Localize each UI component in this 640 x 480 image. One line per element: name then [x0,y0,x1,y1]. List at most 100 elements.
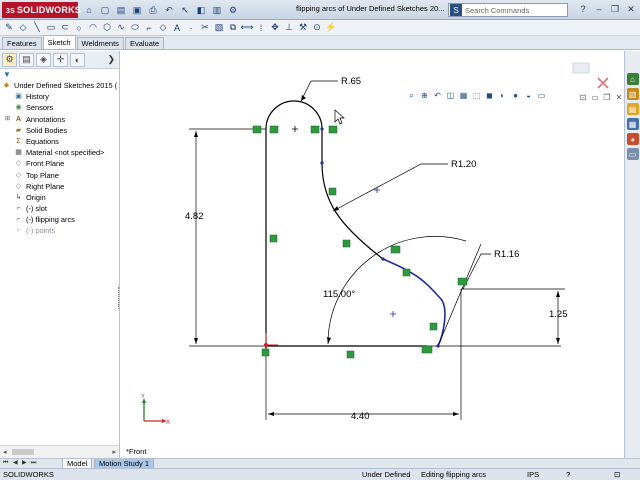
search-input[interactable]: Search Commands [465,6,529,15]
top-arc[interactable] [265,100,323,130]
tree-item-annotations[interactable]: ⊞ A Annotations [0,114,119,125]
dim-top-radius[interactable]: R.65 [341,76,361,87]
sketch-point[interactable] [436,344,440,348]
print-icon[interactable]: ⎙ [146,3,160,17]
file-properties-icon[interactable]: ▥ [210,3,224,17]
viewport-close-icon[interactable]: ✕ [614,92,624,102]
display-style-icon[interactable]: ◼ [484,90,495,101]
circle-icon[interactable]: ○ [73,22,85,34]
point-icon[interactable]: · [185,22,197,34]
design-library-icon[interactable]: ▥ [626,88,639,100]
sketch-icon[interactable]: ✎ [3,22,15,34]
polygon-icon[interactable]: ⬡ [101,22,113,34]
dim-vertical-right[interactable]: 1.25 [549,309,568,320]
relation-badge[interactable] [346,350,355,359]
relation-badge[interactable] [429,322,438,331]
selected-right-arc[interactable] [382,258,446,347]
tree-item-right-plane[interactable]: ◇ Right Plane [0,181,119,192]
display-relations-icon[interactable]: ⊥ [283,22,295,34]
tab-prev-icon[interactable]: ◀ [13,459,18,468]
tree-item-origin[interactable]: ↳ Origin [0,192,119,203]
relation-badge[interactable] [421,345,433,354]
smart-dimension-icon[interactable]: ◇ [17,22,29,34]
tree-item-sensors[interactable]: ◉ Sensors [0,102,119,113]
apply-scene-icon[interactable]: ◒ [523,90,534,101]
hide-show-items-icon[interactable]: ◐ [497,90,508,101]
arc-icon[interactable]: ◠ [87,22,99,34]
tab-first-icon[interactable]: ⏮ [3,459,8,468]
scroll-thumb[interactable] [12,449,34,455]
viewport-split-icon[interactable]: ⊡ [578,92,588,102]
feature-manager-tab-icon[interactable]: ⚙ [2,52,17,67]
ellipse-icon[interactable]: ⬭ [129,22,141,34]
plane-icon[interactable]: ◇ [157,22,169,34]
solidworks-resources-icon[interactable]: ⌂ [626,73,639,85]
tab-features[interactable]: Features [2,37,42,49]
convert-entities-icon[interactable]: ▧ [213,22,225,34]
open-folder-icon[interactable]: ▤ [114,3,128,17]
dim-width[interactable]: 4.40 [351,411,370,422]
tab-weldments[interactable]: Weldments [76,37,124,49]
tree-item-history[interactable]: ▣ History [0,91,119,102]
tab-evaluate[interactable]: Evaluate [124,37,165,49]
section-view-icon[interactable]: ◫ [445,90,456,101]
tree-item-front-plane[interactable]: ◇ Front Plane [0,158,119,169]
zoom-to-area-icon[interactable]: ⊕ [419,90,430,101]
move-entities-icon[interactable]: ✥ [269,22,281,34]
offset-icon[interactable]: ⧉ [227,22,239,34]
dim-height[interactable]: 4.82 [185,211,204,222]
tab-next-icon[interactable]: ▶ [22,459,27,468]
options-icon[interactable]: ⚙ [226,3,240,17]
tree-item-flipping-arcs[interactable]: ⌐ (-) flipping arcs [0,214,119,225]
solidworks-logo[interactable]: 3S SOLIDWORKS [2,2,81,18]
view-palette-icon[interactable]: ▦ [626,118,639,130]
save-icon[interactable]: ▣ [130,3,144,17]
relation-badge[interactable] [252,125,262,134]
panel-horizontal-scrollbar[interactable]: ◂ ▸ [0,445,119,458]
relation-badge[interactable] [261,348,270,357]
previous-view-icon[interactable]: ↶ [432,90,443,101]
zoom-to-fit-icon[interactable]: ⌕ [406,90,417,101]
filter-icon[interactable]: ▼ [0,69,119,80]
tree-item-solid-bodies[interactable]: ▰ Solid Bodies [0,125,119,136]
file-explorer-icon[interactable]: ▤ [626,103,639,115]
status-expand-icon[interactable]: ⊡ [614,469,620,480]
fillet-icon[interactable]: ⌐ [143,22,155,34]
tree-item-points[interactable]: ⌐ (-) points [0,225,119,236]
status-units[interactable]: IPS [527,469,539,480]
search-commands[interactable]: S Search Commands [448,3,568,17]
rectangle-icon[interactable]: ▭ [45,22,57,34]
select-icon[interactable]: ↖ [178,3,192,17]
exit-sketch-icon[interactable] [572,62,590,74]
dimxpert-tab-icon[interactable]: ✛ [53,52,68,67]
relation-badge[interactable] [342,239,351,248]
tree-item-equations[interactable]: Σ Equations [0,136,119,147]
mirror-icon[interactable]: ⟺ [241,22,254,34]
tab-sketch[interactable]: Sketch [42,35,76,49]
sketch-point[interactable] [320,161,324,165]
dim-right-radius[interactable]: R1.16 [494,249,519,260]
configuration-manager-tab-icon[interactable]: ◈ [36,52,51,67]
relation-badge[interactable] [402,268,411,277]
relation-badge[interactable] [390,245,401,254]
appearances-icon[interactable]: ◕ [626,133,639,145]
display-manager-tab-icon[interactable]: ◐ [70,52,85,67]
view-settings-icon[interactable]: ▭ [536,90,547,101]
viewport-minimize-icon[interactable]: ▭ [590,92,600,102]
slot-icon[interactable]: ⊂ [59,22,71,34]
rapid-sketch-icon[interactable]: ⚡ [325,22,337,34]
repair-sketch-icon[interactable]: ⚒ [297,22,309,34]
linear-pattern-icon[interactable]: ⁞ [255,22,267,34]
rebuild-icon[interactable]: ◧ [194,3,208,17]
tab-last-icon[interactable]: ⏭ [31,459,36,468]
tree-root[interactable]: ◆ Under Defined Sketches 2015 ( [0,80,119,91]
property-manager-tab-icon[interactable]: ▤ [19,52,34,67]
dim-angle[interactable]: 115.00° [323,289,355,300]
help-icon[interactable]: ? [576,2,590,16]
relation-badge[interactable] [269,125,279,134]
graphics-area[interactable]: R.65 4.82 R1.20 R1.16 115.00° 1.25 4.40 … [121,51,624,458]
quick-snaps-icon[interactable]: ⊙ [311,22,323,34]
spline-icon[interactable]: ∿ [115,22,127,34]
new-document-icon[interactable]: ▢ [98,3,112,17]
status-help-icon[interactable]: ? [566,469,570,480]
